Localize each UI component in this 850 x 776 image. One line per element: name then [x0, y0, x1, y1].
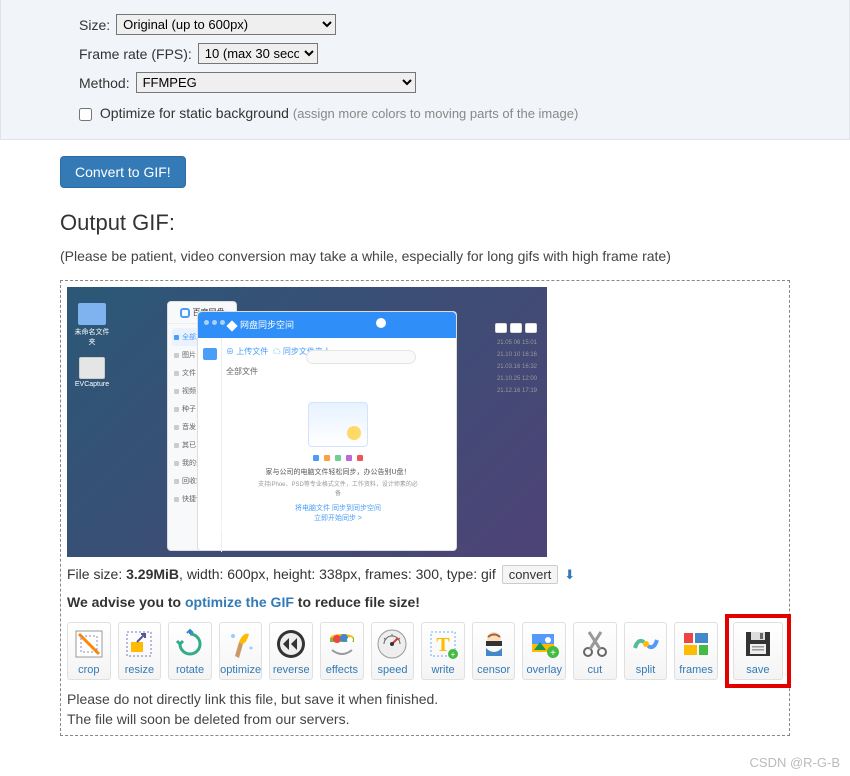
- method-label: Method:: [79, 75, 130, 91]
- save-icon: [741, 627, 775, 661]
- optimize-link[interactable]: optimize the GIF: [185, 594, 294, 610]
- method-select[interactable]: FFMPEG: [136, 72, 416, 93]
- convert-link[interactable]: convert: [502, 565, 559, 584]
- save-button[interactable]: save: [733, 622, 783, 680]
- resize-button[interactable]: resize: [118, 622, 162, 680]
- resize-icon: [122, 627, 156, 661]
- watermark: CSDN @R-G-B: [750, 755, 840, 770]
- censor-button[interactable]: censor: [472, 622, 516, 680]
- save-highlight: save: [725, 614, 791, 688]
- rotate-icon: [173, 627, 207, 661]
- tool-row: crop resize rotate optimize reverse effe…: [67, 622, 783, 680]
- note-2: The file will soon be deleted from our s…: [67, 710, 783, 730]
- overlay-icon: +: [527, 627, 561, 661]
- fps-label: Frame rate (FPS):: [79, 46, 192, 62]
- optimize-button[interactable]: optimize: [219, 622, 263, 680]
- reverse-button[interactable]: reverse: [269, 622, 313, 680]
- write-icon: T+: [426, 627, 460, 661]
- output-heading: Output GIF:: [60, 210, 790, 236]
- crop-button[interactable]: crop: [67, 622, 111, 680]
- rotate-button[interactable]: rotate: [168, 622, 212, 680]
- convert-button[interactable]: Convert to GIF!: [60, 156, 186, 188]
- svg-text:+: +: [451, 650, 456, 659]
- overlay-button[interactable]: + overlay: [522, 622, 566, 680]
- cut-icon: [578, 627, 612, 661]
- effects-button[interactable]: effects: [320, 622, 364, 680]
- note-1: Please do not directly link this file, b…: [67, 690, 783, 710]
- gif-preview: 未命名文件夹 EVCapture 百度网盘 全部文件 图片 文件 视频 种子 音…: [67, 287, 547, 557]
- crop-icon: [72, 627, 106, 661]
- advise-text: We advise you to optimize the GIF to red…: [67, 594, 783, 622]
- optimize-label: Optimize for static background: [100, 105, 289, 121]
- conversion-form: Size: Original (up to 600px) Frame rate …: [0, 0, 850, 140]
- censor-icon: [477, 627, 511, 661]
- frames-icon: [679, 627, 713, 661]
- optimize-checkbox[interactable]: [79, 108, 92, 121]
- file-info: File size: 3.29MiB, width: 600px, height…: [67, 557, 783, 594]
- optimize-icon: [224, 627, 258, 661]
- svg-text:+: +: [550, 648, 556, 659]
- fps-select[interactable]: 10 (max 30 seconds): [198, 43, 318, 64]
- frames-button[interactable]: frames: [674, 622, 718, 680]
- download-icon[interactable]: ⬇: [564, 567, 575, 582]
- optimize-help: (assign more colors to moving parts of t…: [293, 106, 578, 121]
- reverse-icon: [274, 627, 308, 661]
- effects-icon: [325, 627, 359, 661]
- speed-icon: [375, 627, 409, 661]
- speed-button[interactable]: speed: [371, 622, 415, 680]
- patience-text: (Please be patient, video conversion may…: [60, 248, 790, 264]
- split-icon: [629, 627, 663, 661]
- size-select[interactable]: Original (up to 600px): [116, 14, 336, 35]
- cut-button[interactable]: cut: [573, 622, 617, 680]
- split-button[interactable]: split: [624, 622, 668, 680]
- output-container: 未命名文件夹 EVCapture 百度网盘 全部文件 图片 文件 视频 种子 音…: [60, 280, 790, 736]
- size-label: Size:: [79, 17, 110, 33]
- write-button[interactable]: T+ write: [421, 622, 465, 680]
